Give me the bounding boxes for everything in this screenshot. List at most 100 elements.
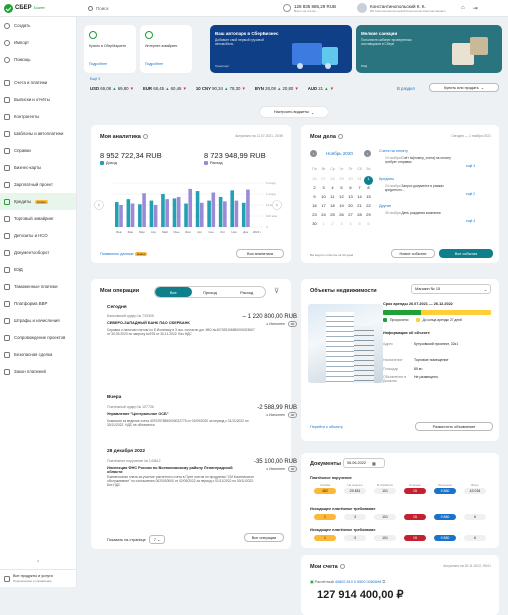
sidebar-item[interactable]: Сопровождение проектов	[0, 329, 76, 346]
calendar-day[interactable]: 9	[310, 194, 319, 203]
calendar-day[interactable]: 1	[364, 176, 373, 185]
bar-income[interactable]	[161, 194, 165, 227]
document-count[interactable]: 6	[464, 535, 486, 541]
tab-expense[interactable]: Расход	[228, 287, 265, 297]
all-events-button[interactable]: Все события	[439, 249, 493, 258]
calendar-day[interactable]: 26	[310, 176, 319, 185]
realty-select[interactable]: Магазин № 15 ⌄	[411, 284, 491, 294]
event-item[interactable]: 30 ноября День рождения компании	[385, 211, 457, 215]
document-count[interactable]: 43 034	[464, 488, 486, 494]
bar-income[interactable]	[230, 190, 234, 227]
help-icon[interactable]	[339, 564, 345, 570]
event-section-title[interactable]: Счета на оплату	[379, 149, 408, 153]
event-more-link[interactable]: ещё 3	[466, 164, 475, 168]
calendar-day[interactable]: 29	[364, 212, 373, 221]
sidebar-item[interactable]: Платформа ВВР	[0, 295, 76, 312]
operation-item[interactable]: Банковский ордер № 733305 – 1 220 800,00 …	[107, 314, 297, 336]
new-event-button[interactable]: Новое событие	[391, 249, 435, 258]
promo-acquiring[interactable]: Интернет-эквайринг Подробнее	[140, 25, 192, 73]
promo-sbermarket[interactable]: Купить в СберМаркете Подробнее	[84, 25, 136, 73]
document-count[interactable]: 101	[374, 514, 396, 520]
document-count[interactable]: 29 481	[344, 488, 366, 494]
document-count[interactable]: 9 880	[434, 535, 456, 541]
logout-icon[interactable]: ⇥	[473, 5, 478, 12]
sidebar-item[interactable]: Бизнес-карты	[0, 159, 76, 176]
calendar-day[interactable]: 5	[337, 185, 346, 194]
bar-expense[interactable]	[142, 193, 146, 227]
bar-income[interactable]	[126, 199, 131, 227]
event-more-link[interactable]: ещё 4	[466, 219, 475, 223]
bar-income[interactable]	[184, 203, 188, 227]
calendar-day[interactable]: 12	[337, 194, 346, 203]
calendar-day[interactable]: 2	[310, 185, 319, 194]
calendar-day[interactable]: 27	[319, 176, 328, 185]
document-count[interactable]: 15	[404, 535, 426, 541]
calendar-day[interactable]: 14	[355, 194, 364, 203]
more-icon[interactable]: •••	[288, 412, 297, 418]
calendar-day[interactable]: 6	[346, 185, 355, 194]
sidebar-item[interactable]: Контрагенты	[0, 108, 76, 125]
calendar-day[interactable]: 7	[355, 185, 364, 194]
sidebar-item[interactable]: Безопасная сделка	[0, 346, 76, 363]
bar-expense[interactable]	[188, 188, 193, 227]
document-count[interactable]: 1	[314, 514, 336, 520]
document-count[interactable]: 101	[374, 535, 396, 541]
calendar-day[interactable]: 24	[319, 212, 328, 221]
go-to-object-link[interactable]: Перейти к объекту	[310, 425, 343, 429]
bar-expense[interactable]	[246, 189, 250, 227]
calendar-day[interactable]: 8	[364, 185, 373, 194]
document-count[interactable]: 3	[344, 535, 366, 541]
help-icon[interactable]	[337, 134, 343, 140]
sidebar-item[interactable]: Документооборот	[0, 244, 76, 261]
analytics-new-data-link[interactable]: Появились данные Новое	[100, 252, 148, 256]
calendar-day[interactable]: 5	[355, 221, 364, 230]
per-page-select[interactable]: 7 ⌄	[148, 535, 166, 544]
calendar-day[interactable]: 4	[328, 185, 337, 194]
calendar-day[interactable]: 16	[310, 203, 319, 212]
tab-all[interactable]: Все	[155, 287, 192, 297]
calendar-day[interactable]: 2	[328, 221, 337, 230]
copy-icon[interactable]: ⧉	[382, 580, 385, 584]
tab-income[interactable]: Приход	[192, 287, 229, 297]
all-analytics-button[interactable]: Вся аналитика	[236, 249, 284, 258]
calendar-day[interactable]: 15	[364, 194, 373, 203]
document-count[interactable]: 9 880	[434, 514, 456, 520]
help-icon[interactable]	[142, 134, 148, 140]
document-count[interactable]: 15	[404, 514, 426, 520]
document-count[interactable]: 482	[314, 488, 336, 494]
event-item[interactable]: 24 ноября Запрос документа в рамках кред…	[385, 184, 457, 192]
total-balance[interactable]: 128 835 886,29 RUB Всего на счетах	[283, 4, 357, 13]
document-type[interactable]: Исходящее платёжное требование	[310, 528, 375, 532]
calendar-day[interactable]: 30	[310, 221, 319, 230]
post-ad-button[interactable]: Разместить объявление	[415, 422, 493, 431]
sidebar-item[interactable]: Справки	[0, 142, 76, 159]
calendar-day[interactable]: 6	[364, 221, 373, 230]
bar-income[interactable]	[149, 200, 154, 227]
sidebar-item[interactable]: Депозиты и НСО	[0, 227, 76, 244]
operation-item[interactable]: Платёжное поручение № 143612 -35 100,00 R…	[107, 459, 297, 487]
calendar-day[interactable]: 28	[355, 212, 364, 221]
calendar-day[interactable]: 26	[337, 212, 346, 221]
sidebar-item[interactable]: Создать	[0, 17, 76, 34]
document-count[interactable]: 3	[344, 514, 366, 520]
banner-fleet[interactable]: Ваш автопарк в СберБизнес Добавьте свой …	[210, 25, 352, 73]
calendar-day[interactable]: 25	[328, 212, 337, 221]
sidebar-item[interactable]: Кредиты Новое	[0, 193, 76, 210]
more-icon[interactable]: •••	[288, 466, 297, 472]
all-operations-button[interactable]: Все операции	[244, 533, 284, 542]
banner-sanctions[interactable]: Мелкие санкции Пополните кабинет провере…	[356, 25, 502, 73]
currency-more-link[interactable]: Ещё 3	[90, 77, 100, 81]
bar-expense[interactable]	[130, 203, 135, 227]
calendar-day[interactable]: 29	[337, 176, 346, 185]
bar-expense[interactable]	[199, 202, 204, 227]
sidebar-item[interactable]: Зарплатный проект	[0, 176, 76, 193]
operation-item[interactable]: Платёжный ордер № 107736 -2 588,99 RUB Упр…	[107, 405, 297, 427]
calendar-day[interactable]: 21	[355, 203, 364, 212]
calendar-day[interactable]: 27	[346, 212, 355, 221]
document-count[interactable]: 101	[374, 488, 396, 494]
document-type[interactable]: Исходящее платёжное требование	[310, 507, 375, 511]
calendar-day[interactable]: 10	[319, 194, 328, 203]
document-type[interactable]: Платёжное поручение	[310, 476, 352, 480]
documents-date-input[interactable]: 06.06.2022 ▦	[343, 458, 385, 468]
bar-income[interactable]	[115, 202, 119, 227]
